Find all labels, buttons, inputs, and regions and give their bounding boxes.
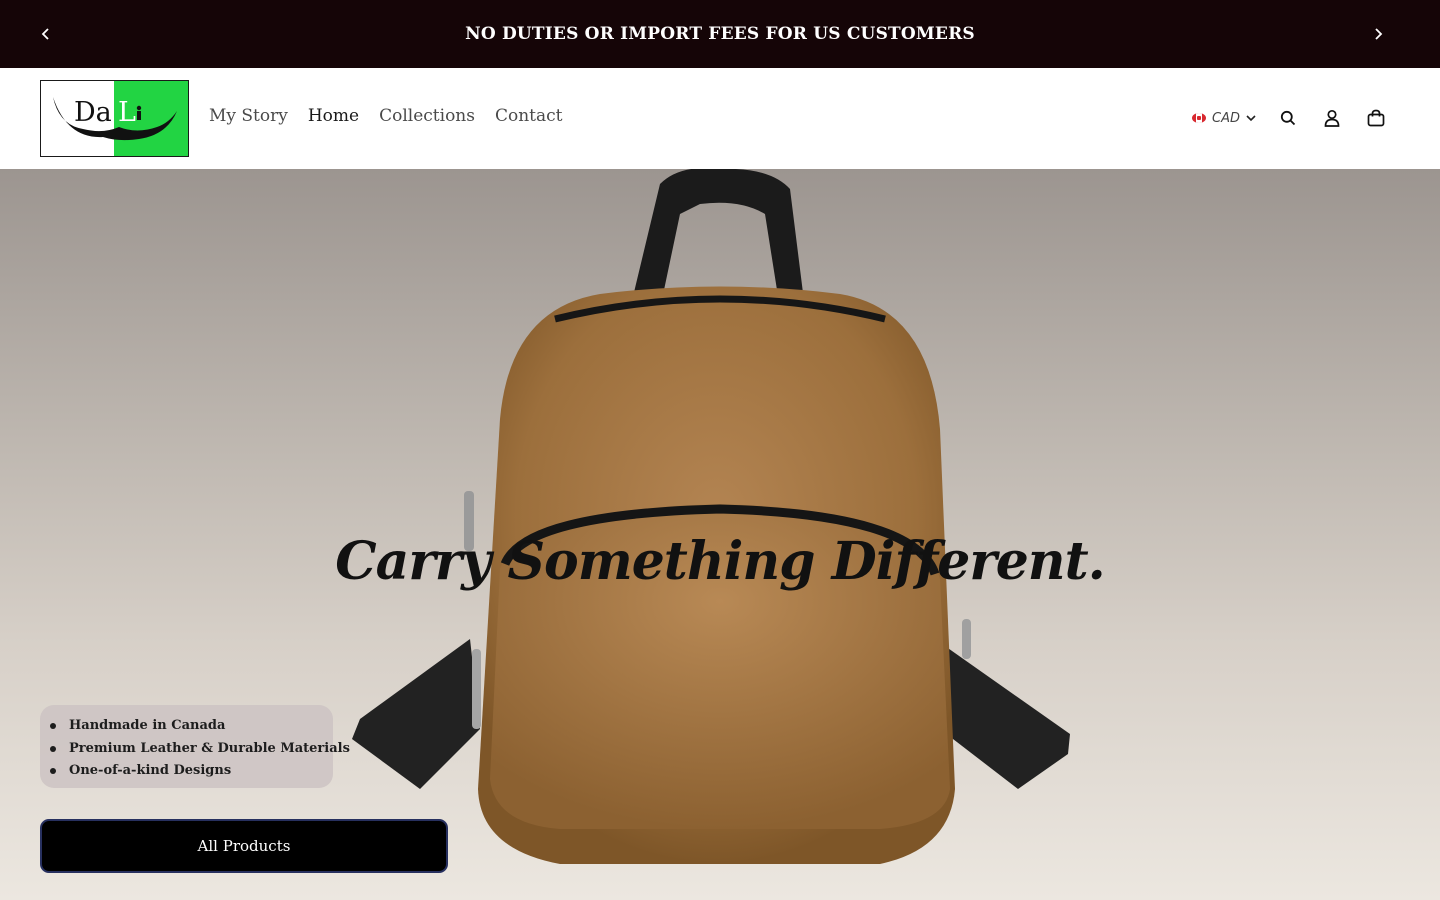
nav-contact[interactable]: Contact: [495, 106, 563, 126]
announcement-bar: NO DUTIES OR IMPORT FEES FOR US CUSTOMER…: [0, 0, 1440, 68]
nav-home[interactable]: Home: [308, 106, 359, 126]
site-header: Da L My Story Home Collections Contact C…: [0, 68, 1440, 169]
all-products-button[interactable]: All Products: [40, 819, 448, 873]
currency-label: CAD: [1212, 110, 1240, 126]
announcement-text: NO DUTIES OR IMPORT FEES FOR US CUSTOMER…: [465, 24, 975, 44]
feature-item: One-of-a-kind Designs: [50, 760, 333, 783]
nav-collections[interactable]: Collections: [379, 106, 475, 126]
search-icon: [1280, 110, 1296, 126]
currency-selector[interactable]: CAD: [1192, 111, 1256, 126]
next-announcement-button[interactable]: [1364, 20, 1392, 48]
feature-item: Handmade in Canada: [50, 715, 333, 738]
canada-flag-icon: [1192, 113, 1207, 123]
chevron-down-icon: [1246, 115, 1256, 122]
hero-heading: Carry Something Different.: [335, 531, 1105, 592]
feature-list-box: Handmade in Canada Premium Leather & Dur…: [40, 705, 350, 788]
account-icon: [1324, 109, 1340, 127]
cart-button[interactable]: [1364, 106, 1388, 130]
site-logo[interactable]: Da L: [40, 80, 189, 157]
feature-item: Premium Leather & Durable Materials: [50, 738, 350, 761]
search-button[interactable]: [1276, 106, 1300, 130]
hero-banner: Carry Something Different. Handmade in C…: [0, 169, 1440, 900]
chevron-left-icon: [41, 28, 49, 40]
logo-mark: Da L: [53, 97, 177, 141]
account-button[interactable]: [1320, 106, 1344, 130]
main-nav: My Story Home Collections Contact: [209, 106, 563, 126]
previous-announcement-button[interactable]: [32, 20, 60, 48]
chevron-right-icon: [1375, 28, 1383, 40]
cart-icon: [1367, 109, 1385, 127]
svg-text:Da: Da: [74, 97, 112, 128]
header-actions: CAD: [1192, 106, 1388, 130]
nav-my-story[interactable]: My Story: [209, 106, 288, 126]
svg-text:L: L: [118, 97, 136, 128]
